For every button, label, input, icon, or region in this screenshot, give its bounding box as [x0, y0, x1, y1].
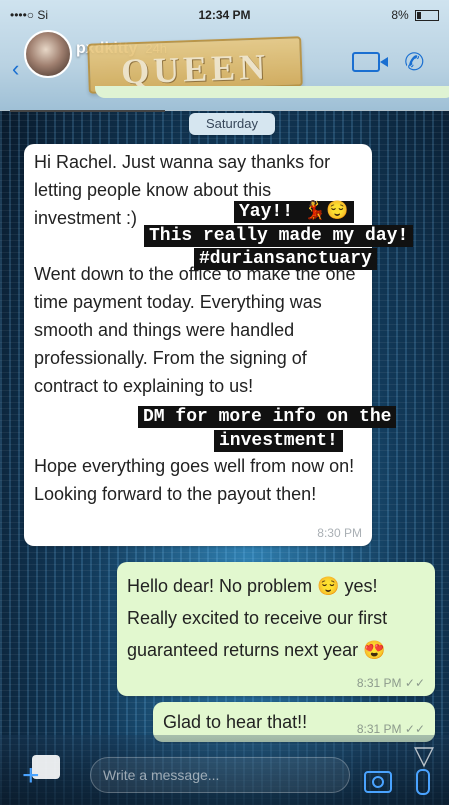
message-time: 8:30 PM — [317, 526, 362, 540]
carrier-signal: ••••○ Si — [10, 8, 49, 22]
microphone-icon[interactable] — [416, 769, 430, 795]
battery-percent: 8% — [391, 8, 409, 22]
story-progress-line — [10, 110, 165, 112]
story-text-made-day: This really made my day! — [144, 225, 414, 247]
message-text: Hello dear! No problem 😌 yes! Really exc… — [127, 576, 388, 660]
message-paragraph: Hope everything goes well from now on! L… — [34, 456, 355, 504]
avatar[interactable] — [24, 30, 72, 78]
battery-icon — [415, 10, 439, 22]
message-composer: + ▽ — [0, 735, 449, 805]
story-text-yay: Yay!! 💃😌 — [234, 201, 354, 223]
message-time: 8:31 PM ✓✓ — [356, 722, 425, 736]
message-paragraph: Went down to the office to make the one … — [34, 264, 356, 396]
message-time: 8:31 PM ✓✓ — [356, 676, 425, 690]
camera-icon[interactable] — [364, 771, 392, 793]
video-call-icon[interactable] — [352, 52, 388, 72]
story-send-icon[interactable]: ▽ — [414, 740, 434, 771]
status-time: 12:34 PM — [198, 8, 251, 22]
story-text-hashtag: #duriansanctuary — [194, 248, 377, 270]
phone-call-icon[interactable]: ✆ — [402, 46, 427, 78]
back-icon[interactable]: ‹ — [12, 56, 19, 82]
outgoing-message[interactable]: Hello dear! No problem 😌 yes! Really exc… — [117, 562, 435, 696]
story-text-dm-line2: investment! — [214, 430, 343, 452]
message-input[interactable] — [90, 757, 350, 793]
battery-indicator: 8% — [391, 8, 439, 22]
date-separator: Saturday — [189, 113, 275, 135]
previous-message-bubble — [95, 86, 449, 98]
status-bar: ••••○ Si 12:34 PM 8% — [10, 8, 439, 24]
message-text: Glad to hear that!! — [163, 712, 308, 732]
story-text-dm-line1: DM for more info on the — [138, 406, 397, 428]
attach-plus-icon[interactable]: + — [22, 759, 40, 793]
